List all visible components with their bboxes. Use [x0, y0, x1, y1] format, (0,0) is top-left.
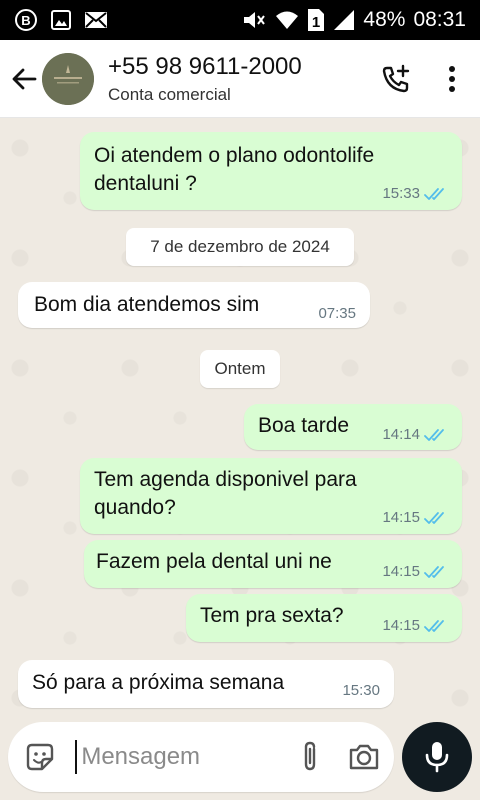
message-text: Oi atendem o plano odontolife dentaluni … [94, 142, 374, 198]
message-text: Só para a próxima semana [32, 671, 285, 694]
mute-icon [241, 9, 267, 31]
message-time: 14:14 [382, 426, 420, 443]
message-meta: 07:35 [318, 305, 356, 322]
double-check-icon [424, 565, 448, 579]
add-call-button[interactable] [368, 40, 424, 118]
voice-message-button[interactable] [402, 722, 472, 792]
b-icon: B [14, 8, 38, 32]
date-chip: Ontem [200, 350, 280, 388]
contact-info[interactable]: +55 98 9611-2000 Conta comercial [108, 53, 368, 105]
message-composer [8, 722, 394, 792]
date-chip-label: 7 de dezembro de 2024 [150, 237, 330, 256]
message-bubble-outgoing[interactable]: Boa tarde 14:14 [244, 404, 462, 450]
more-vert-icon [449, 65, 455, 92]
chat-area[interactable]: Oi atendem o plano odontolife dentaluni … [0, 118, 480, 718]
message-meta: 15:33 [382, 185, 448, 202]
message-bubble-incoming[interactable]: Só para a próxima semana 15:30 [18, 660, 394, 708]
status-bar-right: 1 48% 08:31 [241, 8, 466, 32]
avatar-logo [42, 52, 94, 105]
message-bubble-outgoing[interactable]: Tem agenda disponivel para quando? 14:15 [80, 458, 462, 534]
message-meta: 15:30 [342, 682, 380, 699]
message-meta: 14:14 [382, 426, 448, 443]
message-time: 15:30 [342, 682, 380, 699]
clock: 08:31 [413, 8, 466, 31]
wifi-icon [275, 9, 299, 31]
message-input[interactable] [75, 740, 276, 774]
message-bubble-incoming[interactable]: Bom dia atendemos sim 07:35 [18, 282, 370, 328]
sim-icon: 1 [307, 8, 325, 32]
message-meta: 14:15 [382, 509, 448, 526]
chat-header: +55 98 9611-2000 Conta comercial [0, 40, 480, 118]
svg-text:B: B [21, 13, 30, 28]
camera-icon [350, 744, 379, 770]
back-arrow-icon [12, 68, 37, 89]
mic-icon [425, 742, 449, 773]
date-chip-label: Ontem [214, 359, 266, 378]
contact-subtitle: Conta comercial [108, 84, 231, 104]
message-text: Tem pra sexta? [200, 604, 344, 627]
message-text: Bom dia atendemos sim [34, 293, 260, 316]
message-time: 15:33 [382, 185, 420, 202]
avatar[interactable] [42, 52, 94, 105]
date-chip: 7 de dezembro de 2024 [126, 228, 354, 266]
message-time: 14:15 [382, 509, 420, 526]
attach-icon [304, 741, 316, 771]
message-text: Tem agenda disponivel para quando? [94, 466, 357, 522]
message-bubble-outgoing[interactable]: Fazem pela dental uni ne 14:15 [84, 540, 462, 588]
message-time: 14:15 [382, 563, 420, 580]
status-bar: B 1 48% 08:31 [0, 0, 480, 40]
message-bubble-outgoing[interactable]: Tem pra sexta? 14:15 [186, 594, 462, 642]
sticker-icon [26, 743, 53, 771]
contact-name: +55 98 9611-2000 [108, 52, 302, 80]
message-text: Fazem pela dental uni ne [96, 550, 332, 573]
message-text-line: quando? [94, 496, 176, 519]
message-time: 07:35 [318, 305, 356, 322]
message-time: 14:15 [382, 617, 420, 634]
back-button[interactable] [0, 40, 48, 118]
message-meta: 14:15 [382, 563, 448, 580]
battery-level: 48% [363, 8, 406, 31]
mail-icon [84, 10, 108, 30]
status-bar-left: B [14, 8, 108, 32]
double-check-icon [424, 511, 448, 525]
gallery-icon [50, 9, 72, 31]
message-bubble-outgoing[interactable]: Oi atendem o plano odontolife dentaluni … [80, 132, 462, 210]
message-text: Boa tarde [258, 414, 350, 437]
message-text-line: Oi atendem o plano odontolife [94, 144, 375, 167]
sticker-button[interactable] [12, 722, 67, 792]
double-check-icon [424, 187, 448, 201]
more-options-button[interactable] [424, 40, 480, 118]
double-check-icon [424, 619, 448, 633]
message-text-line: dentaluni ? [94, 172, 197, 195]
signal-icon [333, 9, 355, 31]
add-call-icon [382, 64, 410, 92]
message-text-line: Tem agenda disponivel para [94, 468, 357, 491]
double-check-icon [424, 428, 448, 442]
sim-slot-number: 1 [312, 14, 320, 31]
attach-button[interactable] [285, 722, 334, 792]
camera-button[interactable] [335, 722, 394, 792]
message-meta: 14:15 [382, 617, 448, 634]
